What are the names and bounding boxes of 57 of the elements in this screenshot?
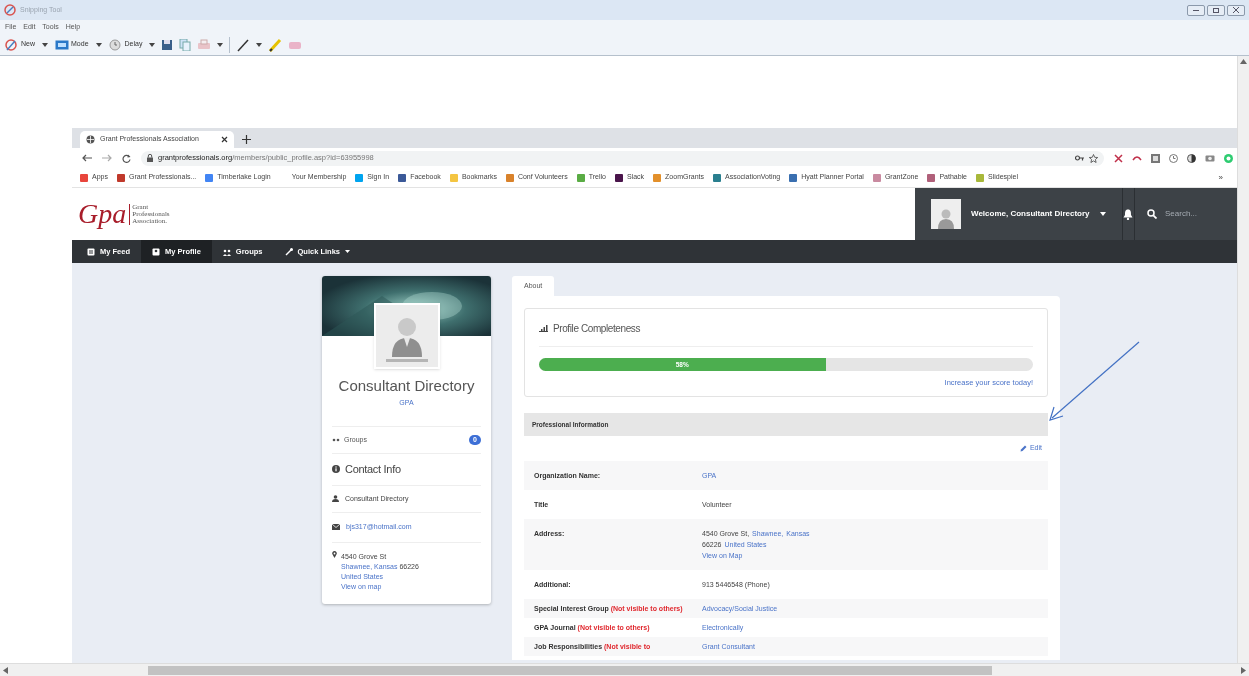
close-button[interactable] (1227, 4, 1245, 16)
avatar-icon (931, 199, 961, 229)
search-icon (1147, 209, 1157, 219)
reload-icon[interactable] (122, 153, 131, 163)
minimize-button[interactable] (1187, 4, 1205, 16)
caret-icon[interactable] (217, 42, 224, 47)
profile-icon (152, 247, 160, 256)
key-icon (1075, 155, 1084, 161)
save-icon[interactable] (161, 38, 174, 51)
search-field[interactable]: Search... (1165, 208, 1225, 220)
profile-photo (373, 303, 440, 369)
groups-icon (332, 436, 340, 443)
section-heading: Contact Info (345, 462, 401, 477)
new-tab-icon[interactable] (242, 135, 251, 144)
star-icon[interactable] (1089, 153, 1098, 163)
caret-icon[interactable] (149, 42, 156, 47)
bell-icon (1123, 208, 1134, 220)
caret-icon[interactable] (95, 42, 102, 47)
rectangle-icon (55, 38, 69, 51)
maximize-button[interactable] (1207, 4, 1225, 16)
caret-icon (1099, 212, 1106, 216)
scrollbar-thumb[interactable] (148, 665, 992, 675)
pen-icon[interactable] (236, 37, 251, 52)
caret-icon[interactable] (42, 42, 48, 47)
lock-icon (147, 154, 153, 162)
globe-icon (86, 135, 95, 144)
links-icon (284, 247, 293, 256)
envelope-icon (332, 524, 340, 531)
clock-icon (108, 38, 123, 51)
signal-bars-icon (539, 325, 548, 332)
arc-icon[interactable] (1132, 155, 1142, 161)
caret-icon (345, 250, 351, 253)
scroll-left-icon (3, 666, 8, 674)
feed-icon (87, 247, 95, 256)
close-icon (221, 136, 228, 143)
info-icon (332, 465, 340, 474)
clock-icon[interactable] (1169, 153, 1178, 163)
groups-icon (222, 247, 231, 256)
more-bookmarks-button[interactable]: » (1218, 171, 1223, 184)
back-icon[interactable] (82, 154, 92, 162)
pencil-icon (1019, 445, 1027, 452)
scroll-right-icon (1241, 666, 1246, 674)
square-icon[interactable] (1151, 153, 1160, 163)
half-circle-icon[interactable] (1187, 153, 1196, 163)
map-pin-icon (332, 550, 337, 558)
vertical-scrollbar[interactable] (1237, 56, 1249, 663)
person-icon (332, 495, 339, 503)
horizontal-scrollbar[interactable] (0, 663, 1249, 676)
caret-icon[interactable] (256, 42, 263, 47)
welcome-text: Welcome, Consultant Directory (971, 208, 1090, 220)
camera-icon[interactable] (1205, 154, 1215, 162)
scroll-up-icon (1240, 59, 1247, 64)
highlighter-icon[interactable] (268, 37, 283, 52)
close-icon (1233, 7, 1239, 13)
logo-mark: Gpa (78, 200, 127, 228)
profile-name: Consultant Directory (337, 378, 476, 393)
card-title: Profile Completeness (553, 322, 641, 336)
